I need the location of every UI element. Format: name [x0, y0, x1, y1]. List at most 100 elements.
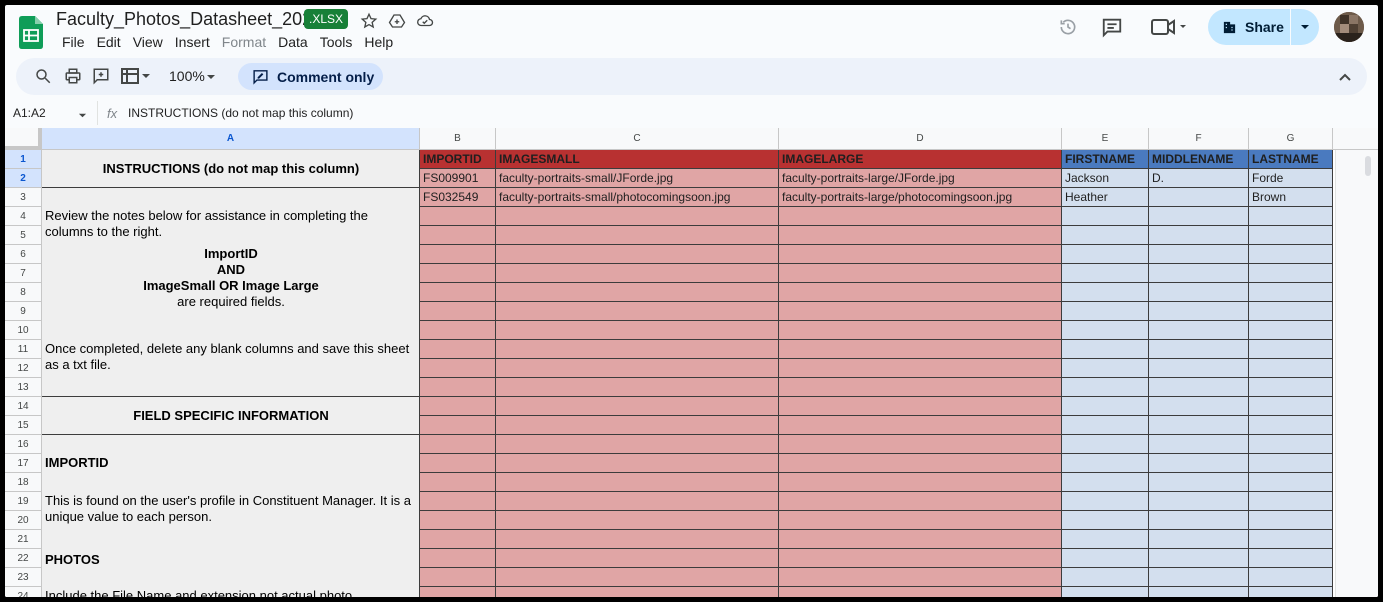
cell-imagelarge[interactable]: faculty-portraits-large/JForde.jpg	[779, 169, 1062, 188]
cell-imagesmall[interactable]	[496, 511, 779, 530]
cell-middlename[interactable]	[1149, 359, 1249, 378]
cell-imagelarge[interactable]	[779, 435, 1062, 454]
cell-importid[interactable]	[420, 264, 496, 283]
menu-edit[interactable]: Edit	[91, 32, 127, 52]
row-header-12[interactable]: 12	[5, 359, 42, 378]
formula-input[interactable]: INSTRUCTIONS (do not map this column)	[128, 106, 353, 120]
cell-middlename[interactable]	[1149, 188, 1249, 207]
row-header-3[interactable]: 3	[5, 188, 42, 207]
cell-imagesmall[interactable]	[496, 359, 779, 378]
menu-insert[interactable]: Insert	[169, 32, 216, 52]
cell-lastname[interactable]	[1249, 397, 1333, 416]
cell-imagesmall[interactable]	[496, 549, 779, 568]
cell-middlename[interactable]	[1149, 302, 1249, 321]
move-to-drive-icon[interactable]	[388, 12, 406, 30]
cell-lastname[interactable]	[1249, 568, 1333, 587]
cell-imagelarge[interactable]	[779, 397, 1062, 416]
cell-importid[interactable]	[420, 302, 496, 321]
row-header-21[interactable]: 21	[5, 530, 42, 549]
cell-middlename[interactable]	[1149, 416, 1249, 435]
version-history-icon[interactable]	[1058, 17, 1078, 37]
cell-lastname[interactable]	[1249, 321, 1333, 340]
cell-imagelarge[interactable]	[779, 416, 1062, 435]
cell-middlename[interactable]	[1149, 378, 1249, 397]
cell-firstname[interactable]	[1062, 587, 1149, 597]
row-header-5[interactable]: 5	[5, 226, 42, 245]
cell-importid[interactable]	[420, 359, 496, 378]
row-header-23[interactable]: 23	[5, 568, 42, 587]
cell-imagelarge[interactable]	[779, 359, 1062, 378]
cell-importid[interactable]	[420, 226, 496, 245]
share-button[interactable]: Share	[1208, 9, 1319, 45]
cell-imagesmall[interactable]	[496, 207, 779, 226]
cell-firstname[interactable]	[1062, 359, 1149, 378]
row-header-7[interactable]: 7	[5, 264, 42, 283]
vertical-scrollbar[interactable]	[1335, 150, 1378, 597]
cell-middlename[interactable]	[1149, 264, 1249, 283]
cell-lastname[interactable]	[1249, 454, 1333, 473]
column-header-a[interactable]: A	[42, 128, 420, 150]
cell-importid[interactable]	[420, 321, 496, 340]
cell-lastname[interactable]	[1249, 264, 1333, 283]
cell-importid[interactable]: FS009901	[420, 169, 496, 188]
column-header-g[interactable]: G	[1249, 128, 1333, 150]
header-cell-middlename[interactable]: MIDDLENAME	[1149, 150, 1249, 169]
cell-importid[interactable]	[420, 587, 496, 597]
search-icon[interactable]	[34, 67, 52, 85]
cell-firstname[interactable]	[1062, 511, 1149, 530]
row-header-13[interactable]: 13	[5, 378, 42, 397]
cell-middlename[interactable]: D.	[1149, 169, 1249, 188]
row-header-19[interactable]: 19	[5, 492, 42, 511]
cell-imagesmall[interactable]: faculty-portraits-small/JForde.jpg	[496, 169, 779, 188]
cell-importid[interactable]	[420, 340, 496, 359]
cell-lastname[interactable]	[1249, 416, 1333, 435]
row-header-22[interactable]: 22	[5, 549, 42, 568]
cell-middlename[interactable]	[1149, 511, 1249, 530]
row-header-10[interactable]: 10	[5, 321, 42, 340]
print-icon[interactable]	[64, 67, 82, 85]
cell-imagesmall[interactable]	[496, 435, 779, 454]
comment-only-mode-button[interactable]: Comment only	[238, 63, 383, 90]
cell-firstname[interactable]	[1062, 245, 1149, 264]
cell-firstname[interactable]	[1062, 340, 1149, 359]
cell-importid[interactable]	[420, 568, 496, 587]
cell-importid[interactable]	[420, 530, 496, 549]
cell-lastname[interactable]	[1249, 511, 1333, 530]
cell-firstname[interactable]	[1062, 492, 1149, 511]
document-title[interactable]: Faculty_Photos_Datasheet_2024	[56, 9, 322, 30]
cell-firstname[interactable]: Heather	[1062, 188, 1149, 207]
cell-imagelarge[interactable]	[779, 568, 1062, 587]
cell-imagelarge[interactable]	[779, 283, 1062, 302]
cell-firstname[interactable]	[1062, 226, 1149, 245]
cell-firstname[interactable]	[1062, 302, 1149, 321]
field-info-cell[interactable]: FIELD SPECIFIC INFORMATION	[42, 397, 420, 435]
cell-importid[interactable]	[420, 492, 496, 511]
cell-lastname[interactable]	[1249, 207, 1333, 226]
cell-firstname[interactable]	[1062, 283, 1149, 302]
cell-importid[interactable]	[420, 435, 496, 454]
cell-middlename[interactable]	[1149, 340, 1249, 359]
cell-middlename[interactable]	[1149, 492, 1249, 511]
cell-importid[interactable]	[420, 378, 496, 397]
field-details-cell[interactable]: IMPORTID This is found on the user's pro…	[42, 435, 420, 597]
cell-firstname[interactable]	[1062, 416, 1149, 435]
cell-firstname[interactable]	[1062, 454, 1149, 473]
cell-firstname[interactable]	[1062, 473, 1149, 492]
cell-imagesmall[interactable]	[496, 378, 779, 397]
cell-firstname[interactable]	[1062, 321, 1149, 340]
instructions-title-cell[interactable]: INSTRUCTIONS (do not map this column)	[42, 150, 420, 188]
cell-lastname[interactable]	[1249, 473, 1333, 492]
cell-middlename[interactable]	[1149, 321, 1249, 340]
cell-imagesmall[interactable]	[496, 416, 779, 435]
cell-imagesmall[interactable]	[496, 530, 779, 549]
cell-imagesmall[interactable]	[496, 321, 779, 340]
cell-imagelarge[interactable]	[779, 378, 1062, 397]
scrollbar-thumb[interactable]	[1365, 156, 1371, 176]
cell-lastname[interactable]	[1249, 226, 1333, 245]
row-header-18[interactable]: 18	[5, 473, 42, 492]
cell-middlename[interactable]	[1149, 473, 1249, 492]
cell-middlename[interactable]	[1149, 568, 1249, 587]
cell-imagesmall[interactable]	[496, 283, 779, 302]
cell-lastname[interactable]	[1249, 302, 1333, 321]
cell-importid[interactable]	[420, 511, 496, 530]
